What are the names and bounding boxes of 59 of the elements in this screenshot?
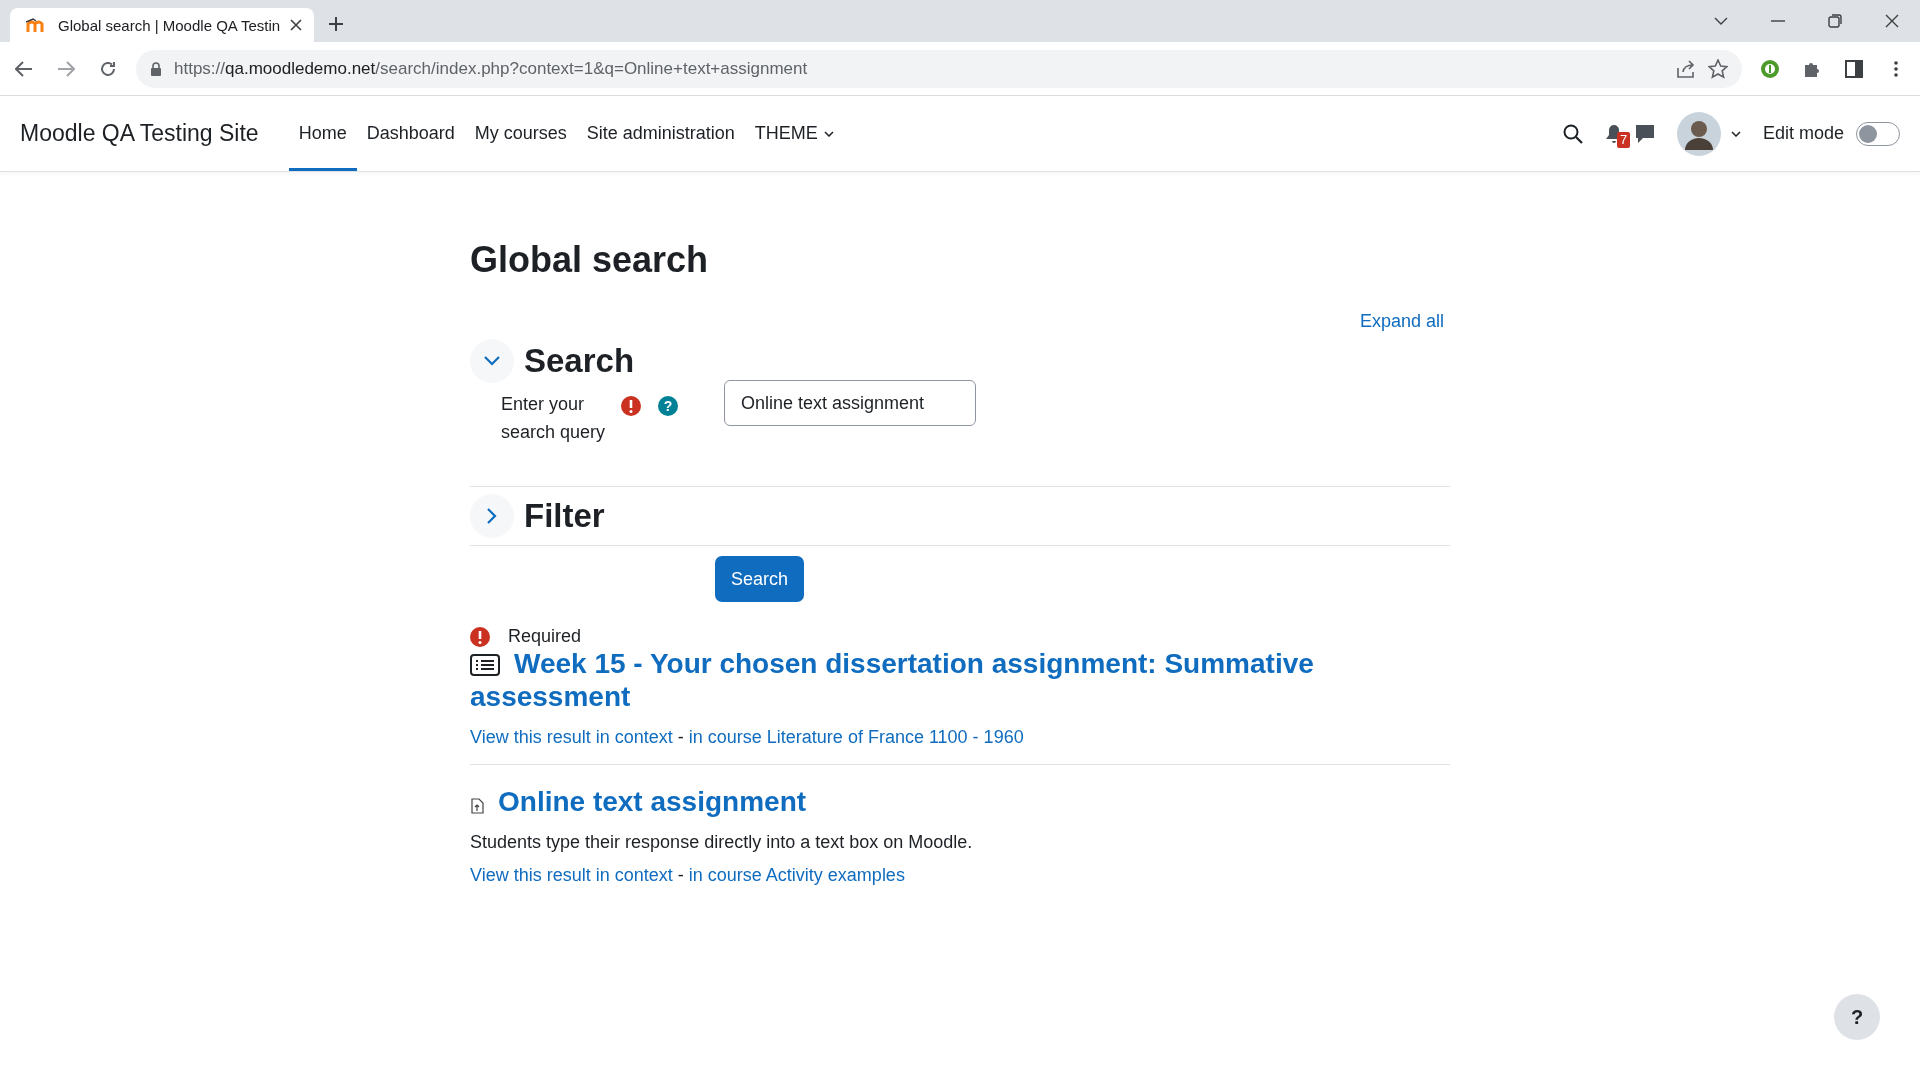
result-title-link[interactable]: Week 15 - Your chosen dissertation assignment: Summative assessment [470, 647, 1450, 713]
result-title-link[interactable]: Online text assignment [470, 785, 1450, 818]
expand-all-link[interactable]: Expand all [1359, 311, 1444, 332]
separator-text: - [677, 865, 684, 885]
section-heading: Filter [524, 497, 605, 535]
address-bar[interactable]: https://qa.moodledemo.net/search/index.php?context=1&q=Online+text+assignment [136, 49, 1742, 88]
search-icon[interactable] [1562, 123, 1583, 144]
chevron-down-icon [484, 356, 500, 366]
section-heading: Search [524, 342, 635, 380]
more-icon[interactable] [1894, 60, 1898, 77]
nav-link[interactable]: Home [288, 99, 357, 171]
context-link[interactable]: View this result in context [470, 865, 673, 885]
caret-icon [1730, 130, 1741, 137]
context-link[interactable]: View this result in context [470, 727, 673, 747]
search-query-field[interactable]: Online text assignment [724, 380, 976, 426]
close-icon[interactable] [290, 19, 303, 31]
tab-title: Global search | Moodle QA Testin [58, 16, 281, 34]
nav-link[interactable]: My courses [464, 99, 577, 171]
edit-mode-label: Edit mode [1762, 123, 1844, 144]
nav-link[interactable]: THEME [744, 99, 844, 171]
required-note: Required [508, 626, 582, 647]
course-link[interactable]: in course Literature of France 1100 - 1960 [688, 727, 1024, 747]
required-icon [470, 626, 490, 647]
avatar-icon [1676, 111, 1721, 156]
help-button[interactable]: ? [1834, 994, 1880, 1040]
course-link[interactable]: in course Activity examples [688, 865, 905, 885]
chat-icon[interactable] [1634, 123, 1655, 144]
field-label: Enter your search query [501, 393, 607, 444]
minimize-icon[interactable] [1770, 20, 1785, 22]
caret-icon [823, 130, 834, 137]
chevron-right-icon [487, 508, 497, 524]
new-tab-icon[interactable] [328, 16, 345, 32]
nav-link[interactable]: Dashboard [356, 99, 465, 171]
search-button[interactable]: Search [715, 556, 805, 602]
list-icon [470, 654, 500, 676]
extension-shield-icon[interactable] [1760, 58, 1780, 79]
side-panel-icon[interactable] [1845, 59, 1863, 78]
close-icon[interactable] [1884, 14, 1899, 28]
user-menu[interactable] [1676, 111, 1741, 156]
star-icon[interactable] [1708, 58, 1728, 79]
section-toggle[interactable] [470, 494, 514, 538]
required-icon [621, 396, 641, 416]
lock-icon [150, 61, 162, 76]
restore-icon[interactable] [1827, 14, 1842, 28]
site-name[interactable]: Moodle QA Testing Site [20, 120, 259, 147]
result-description: Students type their response directly into a text box on Moodle. [470, 832, 974, 853]
browser-tab[interactable]: Global search | Moodle QA Testin [10, 8, 315, 42]
share-icon[interactable] [1676, 59, 1696, 78]
notification-badge: 7 [1616, 131, 1631, 148]
nav-link[interactable]: Site administration [576, 99, 745, 171]
reload-icon[interactable] [99, 59, 117, 78]
separator-text: - [677, 727, 684, 747]
chevron-down-icon[interactable] [1713, 17, 1728, 25]
url-text: https://qa.moodledemo.net/search/index.php?context=1&q=Online+text+assignment [174, 58, 809, 79]
back-icon[interactable] [15, 60, 33, 77]
section-toggle[interactable] [470, 339, 514, 383]
help-icon[interactable]: ? [658, 396, 678, 416]
page-title: Global search [470, 238, 710, 282]
file-icon [470, 798, 484, 814]
